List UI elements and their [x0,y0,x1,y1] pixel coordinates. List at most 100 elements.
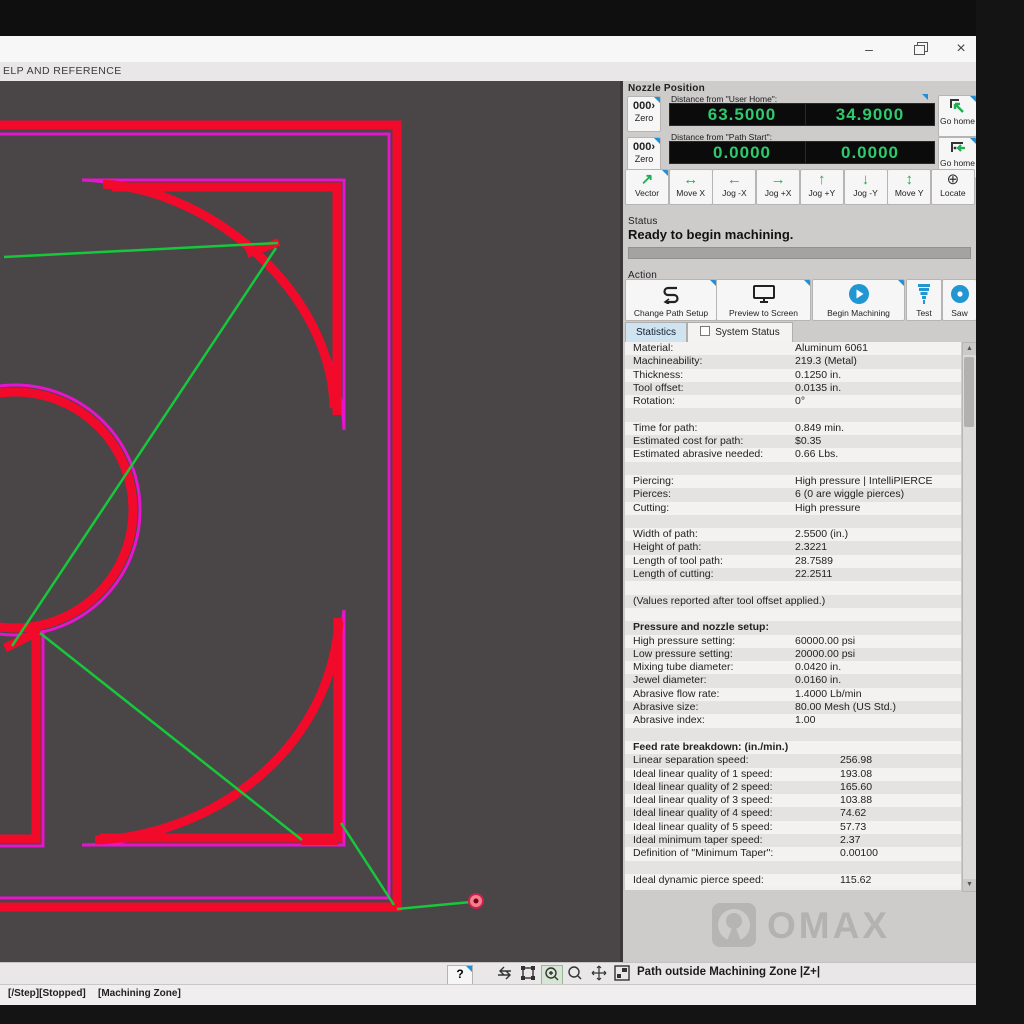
jog-button-locate[interactable]: ⊕Locate [931,169,975,205]
stat-label: Ideal linear quality of 5 speed: [633,821,773,834]
menu-item-help-and-reference[interactable]: ELP AND REFERENCE [3,65,122,77]
stat-label: Machineability: [633,355,702,368]
jog-arrow-icon: → [757,171,799,188]
stat-label: Ideal linear quality of 4 speed: [633,807,773,820]
scroll-down-arrow[interactable]: ▼ [963,879,976,891]
path-preview-canvas[interactable] [0,81,622,962]
zoom-in-icon[interactable] [541,965,563,985]
zero-caption: Zero [628,154,660,165]
screen: – × ELP AND REFERENCE [0,0,1024,1024]
stat-label: Definition of "Minimum Taper": [633,847,773,860]
stat-value: 0.0420 in. [795,661,841,674]
zero-path-start-button[interactable]: 000› Zero [627,137,661,173]
stat-value: 0.1250 in. [795,369,841,382]
preview-to-screen-button[interactable]: Preview to Screen [716,279,811,321]
progress-bar [628,247,971,259]
jog-button-jog-y[interactable]: ↓Jog -Y [844,169,888,205]
zero-caption: Zero [628,113,660,124]
restore-icon [914,45,925,55]
status-message: Ready to begin machining. [628,227,793,242]
help-button[interactable]: ? [447,965,473,985]
stat-row [625,608,961,621]
jog-button-label: Jog -Y [845,188,887,198]
stat-row: Low pressure setting:20000.00 psi [625,648,961,661]
stat-label: Rotation: [633,395,675,408]
tab-system-status[interactable]: System Status [687,322,793,342]
stat-label: Material: [633,342,673,355]
minimize-button[interactable]: – [852,38,886,60]
stat-row: (Values reported after tool offset appli… [625,595,961,608]
stat-value: 2.37 [840,834,860,847]
stat-row: Jewel diameter:0.0160 in. [625,674,961,687]
change-path-setup-button[interactable]: Change Path Setup [625,279,717,321]
screen-bezel-right [976,0,1024,1024]
jog-button-move-x[interactable]: ↔Move X [669,169,713,205]
zoom-window-icon[interactable] [565,965,585,983]
begin-machining-button[interactable]: Begin Machining [812,279,905,321]
stat-row: Ideal dynamic pierce speed:115.62 [625,874,961,887]
change-path-setup-label: Change Path Setup [626,308,716,318]
stat-value: 1.00 [795,714,815,727]
stat-label: Length of tool path: [633,555,723,568]
go-home-label: Go home [939,117,976,126]
stat-value: Aluminum 6061 [795,342,868,355]
stat-row [625,515,961,528]
select-window-icon[interactable] [518,965,538,983]
redraw-icon[interactable] [495,965,515,983]
stat-label: Ideal linear quality of 3 speed: [633,794,773,807]
stat-value: 0.00100 [840,847,878,860]
stat-row: Piercing:High pressure | IntelliPIERCE [625,475,961,488]
stat-label: Pressure and nozzle setup: [633,621,769,634]
system-status-checkbox[interactable] [700,326,710,336]
close-button[interactable]: × [944,38,978,60]
stat-row: Estimated abrasive needed: 0.66 Lbs. [625,448,961,461]
fit-to-window-icon[interactable] [612,965,632,983]
stat-value: 1.4000 Lb/min [795,688,862,701]
stat-value: 115.62 [840,874,871,887]
stat-row: Feed rate breakdown: (in./min.) [625,741,961,754]
test-button[interactable]: Test [906,279,942,321]
jog-button-vector[interactable]: ↗Vector [625,169,669,205]
stat-row: Pressure and nozzle setup: [625,621,961,634]
pan-icon[interactable] [589,965,609,983]
jog-button-label: Jog +Y [801,188,843,198]
screen-bezel-top [0,0,1024,36]
restore-button[interactable] [902,38,936,60]
tool-path-sail-bottom-arc [95,622,339,840]
stat-row [625,581,961,594]
jog-arrow-icon: ⊕ [932,171,974,188]
stat-row: Material: Aluminum 6061 [625,342,961,355]
jog-button-jog-x[interactable]: →Jog +X [756,169,800,205]
draw-path-circle [0,385,140,635]
scrollbar-thumb[interactable] [964,357,974,427]
stat-value: 0.66 Lbs. [795,448,838,461]
stat-value: 256.98 [840,754,872,767]
scroll-up-arrow[interactable]: ▲ [963,343,976,355]
stat-row [625,861,961,874]
statistics-scrollbar[interactable]: ▲ ▼ [962,342,977,892]
stat-row: Ideal linear quality of 3 speed:103.88 [625,794,961,807]
stat-row: Length of cutting:22.2511 [625,568,961,581]
status-header: Status [628,216,658,227]
jog-button-jog-x[interactable]: ←Jog -X [712,169,756,205]
jog-button-jog-y[interactable]: ↑Jog +Y [800,169,844,205]
stat-row: Time for path:0.849 min. [625,422,961,435]
jog-button-move-y[interactable]: ↕Move Y [887,169,931,205]
stat-value: 57.73 [840,821,866,834]
hint-marker [654,97,660,103]
stat-row: Ideal linear quality of 4 speed:74.62 [625,807,961,820]
stat-value: 219.3 (Metal) [795,355,857,368]
stat-value: $0.35 [795,435,821,448]
go-home-user-button[interactable]: Go home [938,95,977,137]
tab-statistics[interactable]: Statistics [625,322,687,342]
stat-label: Estimated abrasive needed: [633,448,763,461]
stat-label: Width of path: [633,528,698,541]
zero-user-home-button[interactable]: 000› Zero [627,96,661,132]
bottom-toolbar: ? Path outside Machining Zone |Z+| [0,962,976,985]
toolpath-drawing [0,81,622,962]
stat-label: Low pressure setting: [633,648,733,661]
saw-button[interactable]: Saw [942,279,977,321]
stat-value: 165.60 [840,781,872,794]
stat-label: Height of path: [633,541,701,554]
stat-value: 6 (0 are wiggle pierces) [795,488,904,501]
